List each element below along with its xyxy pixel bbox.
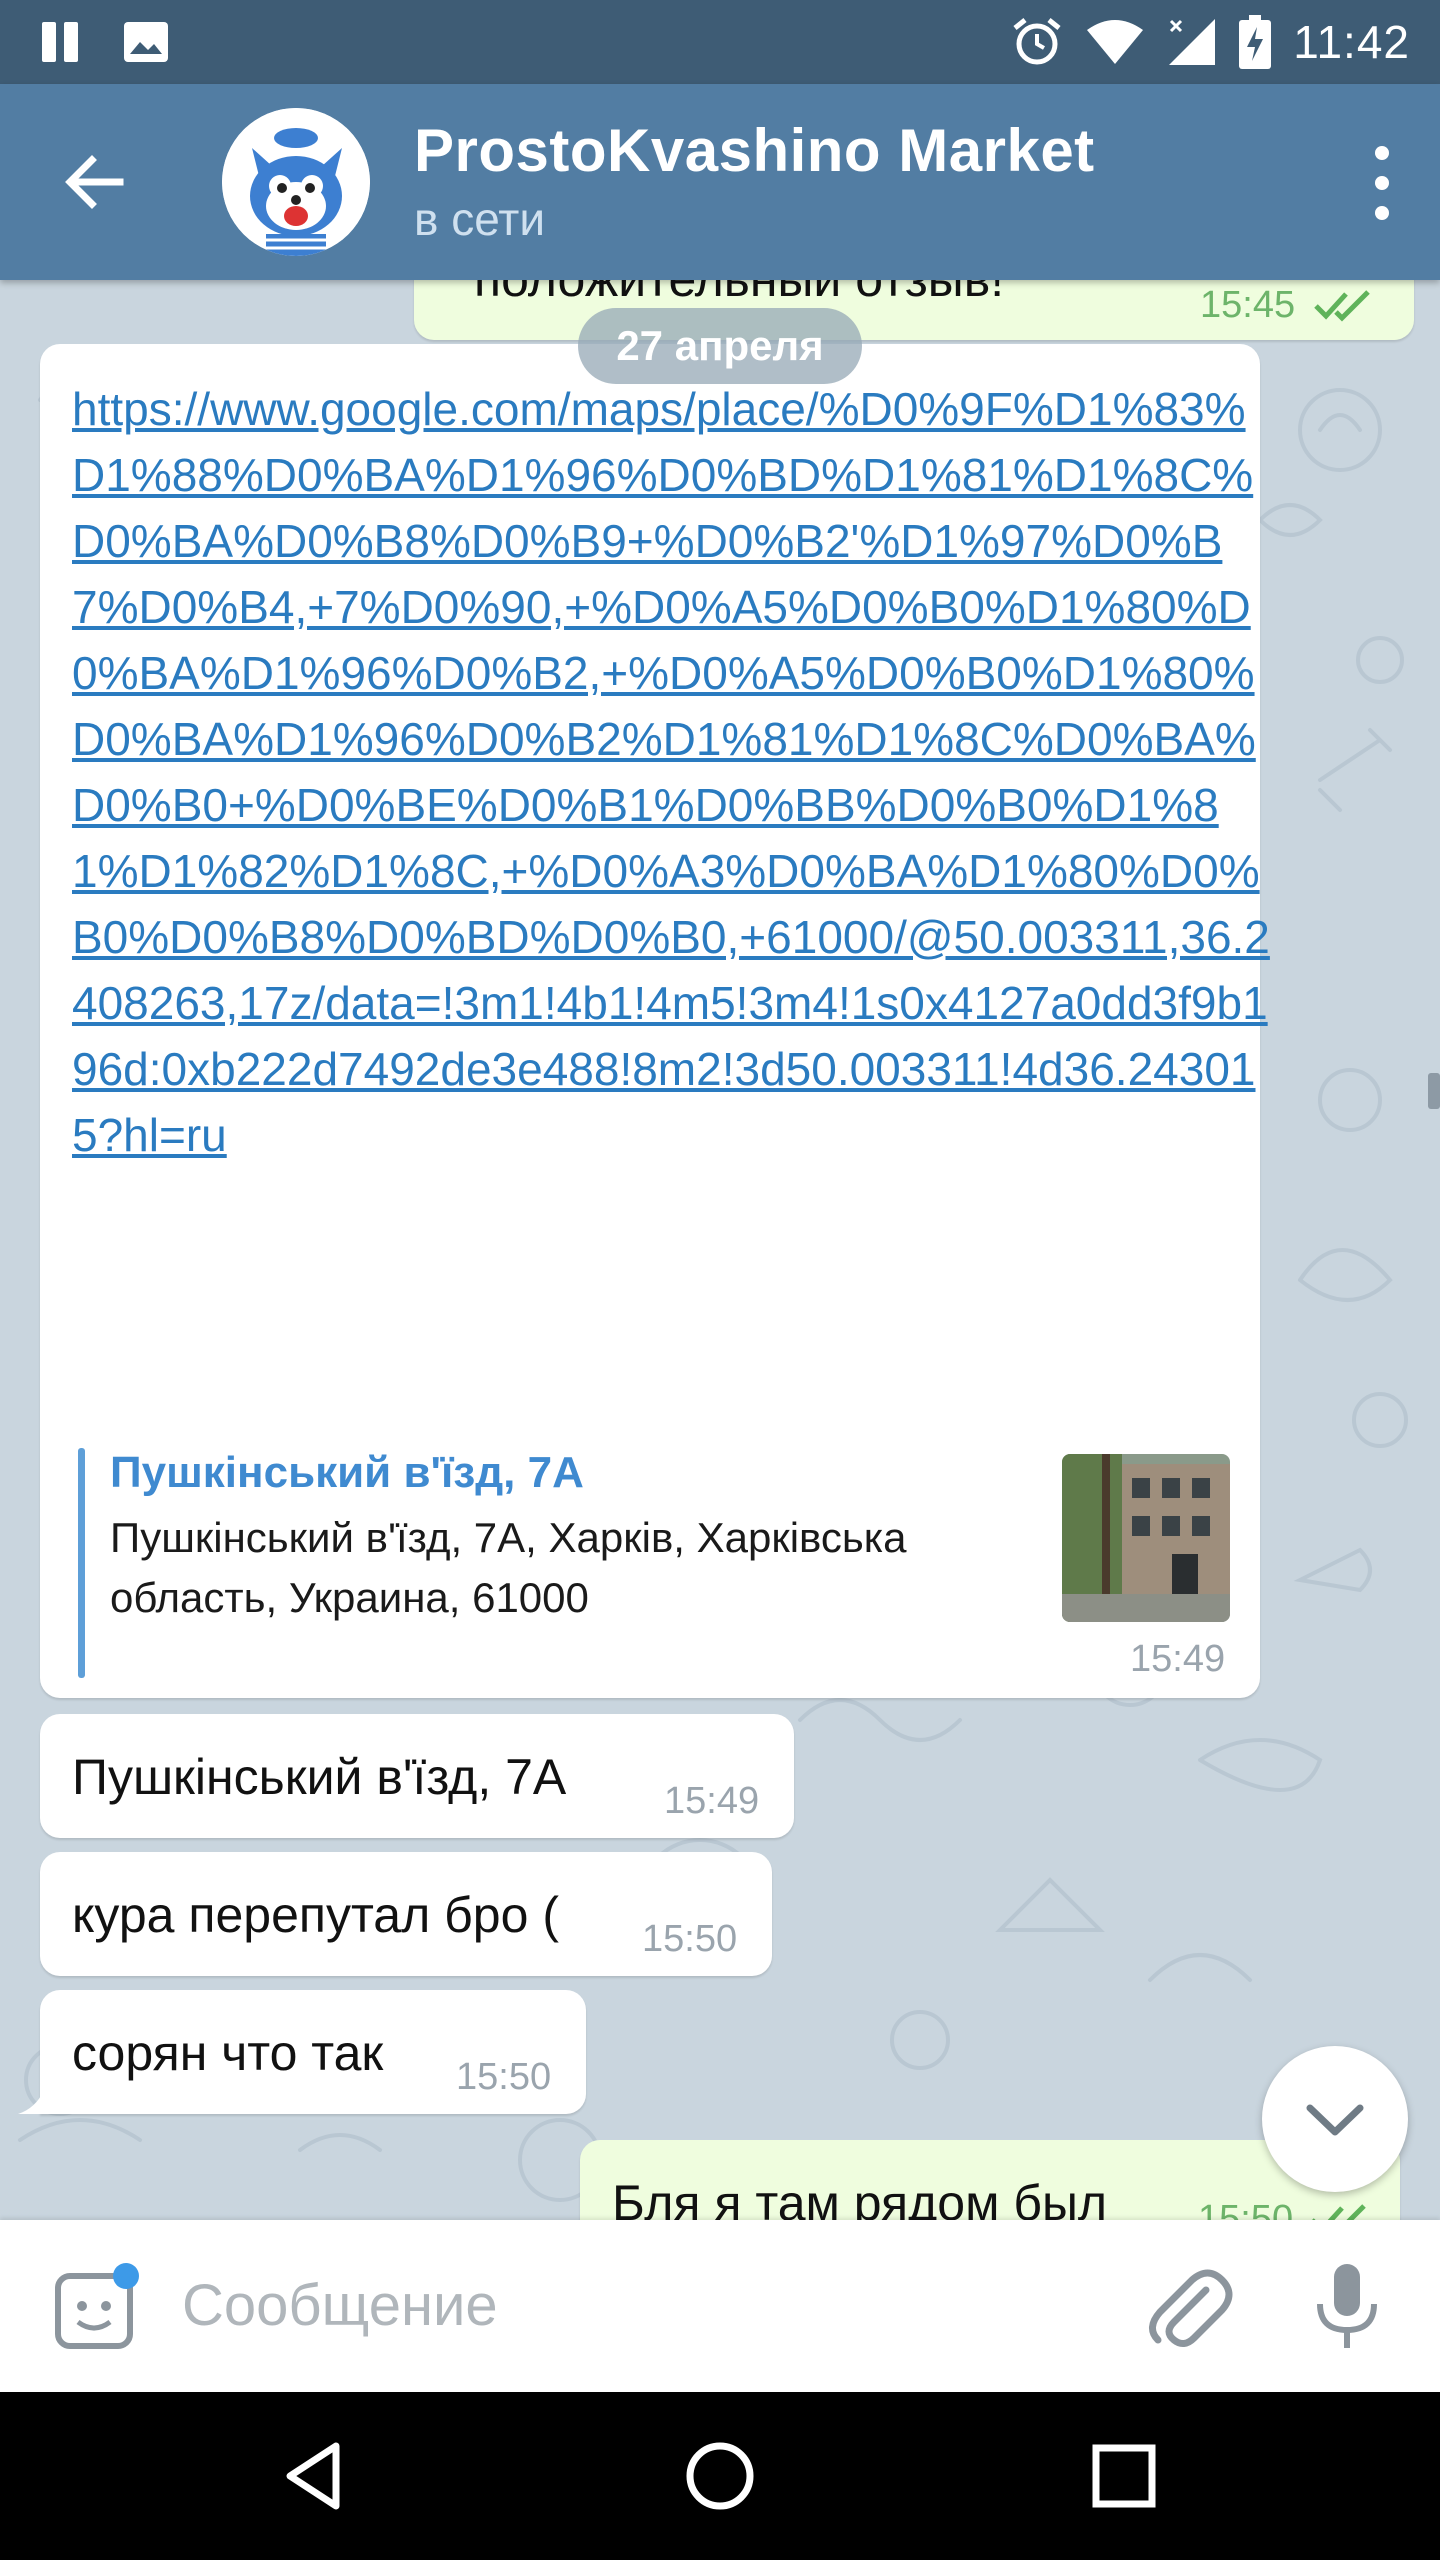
link-preview-title[interactable]: Пушкінський в'їзд, 7А bbox=[110, 1448, 584, 1498]
message-input-bar: Сообщение bbox=[0, 2220, 1440, 2392]
message-text: кура перепутал бро ( bbox=[72, 1887, 559, 1943]
double-check-icon bbox=[1314, 290, 1370, 322]
online-status: в сети bbox=[414, 193, 546, 245]
message-time: 15:50 bbox=[456, 2056, 552, 2098]
system-nav-bar bbox=[0, 2392, 1440, 2560]
message-time: 15:49 bbox=[1130, 1638, 1226, 1680]
battery-charging-icon bbox=[1239, 15, 1272, 69]
more-vertical-icon[interactable] bbox=[1362, 146, 1402, 222]
message-text: положительный отзыв! bbox=[474, 280, 1004, 308]
pause-icon bbox=[40, 22, 82, 62]
cat-mascot-icon bbox=[222, 108, 370, 256]
message-text: сорян что так bbox=[72, 2025, 384, 2081]
message-bubble-incoming[interactable]: сорян что так 15:50 bbox=[40, 1990, 586, 2114]
message-time: 15:50 bbox=[1198, 2198, 1294, 2220]
bubble-tail bbox=[18, 2090, 44, 2114]
link-preview-description: Пушкінський в'їзд, 7А, Харків, Харківськ… bbox=[110, 1514, 907, 1621]
message-time: 15:49 bbox=[664, 1780, 760, 1822]
message-link[interactable]: https://www.google.com/maps/place/%D0%9F… bbox=[72, 376, 1272, 1168]
building-photo bbox=[1062, 1454, 1230, 1622]
message-text: Бля я там рядом был bbox=[612, 2175, 1108, 2220]
paperclip-icon[interactable] bbox=[1140, 2260, 1236, 2356]
microphone-icon[interactable] bbox=[1310, 2260, 1384, 2356]
arrow-left-icon[interactable] bbox=[56, 142, 136, 222]
wifi-icon bbox=[1087, 20, 1144, 64]
message-list[interactable]: положительный отзыв! 15:45 27 апреля htt… bbox=[0, 280, 1440, 2220]
chevron-down-icon bbox=[1306, 2104, 1364, 2136]
message-bubble-link[interactable]: https://www.google.com/maps/place/%D0%9F… bbox=[40, 344, 1270, 1698]
message-text: Пушкінський в'їзд, 7А bbox=[72, 1749, 567, 1805]
message-bubble-incoming[interactable]: Пушкінський в'їзд, 7А 15:49 bbox=[40, 1714, 794, 1838]
avatar[interactable] bbox=[222, 108, 370, 256]
back-triangle-icon[interactable] bbox=[274, 2434, 358, 2518]
signal-icon bbox=[1169, 19, 1216, 65]
date-separator: 27 апреля bbox=[578, 308, 862, 384]
home-circle-icon[interactable] bbox=[678, 2434, 762, 2518]
message-time: 15:45 bbox=[1200, 284, 1296, 326]
message-bubble-incoming[interactable]: кура перепутал бро ( 15:50 bbox=[40, 1852, 772, 1976]
double-check-icon bbox=[1312, 2204, 1366, 2220]
scroll-to-bottom-button[interactable] bbox=[1262, 2046, 1408, 2192]
clock: 11:42 bbox=[1293, 16, 1410, 68]
message-bubble-outgoing[interactable]: положительный отзыв! 15:45 bbox=[414, 280, 1414, 340]
link-preview-accent bbox=[78, 1448, 85, 1678]
chat-title[interactable]: ProstoKvashino Market bbox=[414, 116, 1095, 185]
scrollbar[interactable] bbox=[1428, 1073, 1440, 1109]
link-preview-thumbnail[interactable] bbox=[1062, 1454, 1230, 1622]
alarm-icon bbox=[1013, 18, 1061, 65]
telegram-chat-screen: 11:42 ProstoKvashino Market в сети 15:45… bbox=[0, 0, 1440, 2560]
message-input[interactable]: Сообщение bbox=[182, 2272, 498, 2339]
status-bar: 11:42 bbox=[0, 0, 1440, 84]
message-time: 15:50 bbox=[642, 1918, 738, 1960]
recents-square-icon[interactable] bbox=[1082, 2434, 1166, 2518]
sticker-emoji-icon[interactable] bbox=[52, 2262, 142, 2352]
image-icon bbox=[124, 22, 168, 62]
chat-header: ProstoKvashino Market в сети bbox=[0, 84, 1440, 280]
